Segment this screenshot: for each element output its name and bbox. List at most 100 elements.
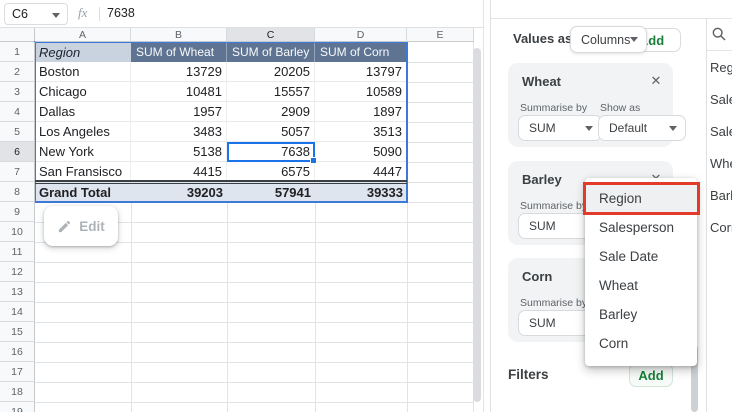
- pivot-header-cell[interactable]: Region: [35, 42, 131, 62]
- row-header-14[interactable]: 14: [0, 302, 35, 322]
- name-box[interactable]: C6: [4, 3, 68, 25]
- summarise-by-dropdown[interactable]: SUM: [518, 115, 602, 141]
- menu-item-salesperson[interactable]: Salesperson: [585, 213, 697, 242]
- select-all-corner[interactable]: [0, 28, 35, 42]
- menu-item-sale-date[interactable]: Sale Date: [585, 242, 697, 271]
- values-as-dropdown[interactable]: Columns: [570, 26, 647, 53]
- pivot-cell[interactable]: 15557: [227, 82, 315, 102]
- field-item-wheat[interactable]: Wheat: [710, 156, 732, 172]
- pivot-grand-total-cell[interactable]: 39203: [131, 182, 227, 202]
- pivot-cell[interactable]: 13729: [131, 62, 227, 82]
- pivot-cell[interactable]: 2909: [227, 102, 315, 122]
- pivot-cell[interactable]: Los Angeles: [35, 122, 131, 142]
- filters-add-button[interactable]: Add: [629, 363, 673, 387]
- row-header-6[interactable]: 6: [0, 142, 35, 162]
- field-item-sale-date[interactable]: Sale Date: [710, 124, 732, 140]
- pivot-cell[interactable]: 6575: [227, 162, 315, 182]
- pivot-header-cell[interactable]: SUM of Barley: [227, 42, 315, 62]
- row-header-12[interactable]: 12: [0, 262, 35, 282]
- pivot-cell[interactable]: San Fransisco: [35, 162, 131, 182]
- fill-handle[interactable]: [310, 157, 317, 164]
- pivot-cell[interactable]: 4415: [131, 162, 227, 182]
- row-header-10[interactable]: 10: [0, 222, 35, 242]
- close-icon[interactable]: ✕: [647, 72, 665, 90]
- chevron-down-icon: [630, 37, 638, 42]
- field-item-salesperson[interactable]: Salesperson: [710, 92, 732, 108]
- column-header-B[interactable]: B: [131, 28, 227, 42]
- pivot-cell[interactable]: Dallas: [35, 102, 131, 122]
- search-icon[interactable]: [711, 26, 727, 47]
- column-header-C[interactable]: C: [227, 28, 315, 42]
- fields-panel-search-divider: [706, 50, 732, 51]
- row-header-9[interactable]: 9: [0, 202, 35, 222]
- row-header-1[interactable]: 1: [0, 42, 35, 62]
- row-header-4[interactable]: 4: [0, 102, 35, 122]
- row-header-11[interactable]: 11: [0, 242, 35, 262]
- pivot-cell[interactable]: 3513: [315, 122, 407, 142]
- row-header-16[interactable]: 16: [0, 342, 35, 362]
- pivot-grand-total-cell[interactable]: 57941: [227, 182, 315, 202]
- pivot-cell[interactable]: Chicago: [35, 82, 131, 102]
- name-box-dropdown-icon[interactable]: [52, 13, 60, 18]
- row-header-3[interactable]: 3: [0, 82, 35, 102]
- edit-button[interactable]: Edit: [44, 206, 118, 246]
- pivot-grand-total-cell[interactable]: 39333: [315, 182, 407, 202]
- field-item-corn[interactable]: Corn: [710, 220, 732, 236]
- row-header-18[interactable]: 18: [0, 382, 35, 402]
- pivot-cell[interactable]: 1897: [315, 102, 407, 122]
- column-header-A[interactable]: A: [35, 28, 131, 42]
- pivot-cell[interactable]: 5138: [131, 142, 227, 162]
- value-card-wheat: Wheat✕Summarise byShow asSUMDefault: [508, 63, 673, 147]
- menu-item-barley[interactable]: Barley: [585, 300, 697, 329]
- pivot-cell[interactable]: 20205: [227, 62, 315, 82]
- field-item-region[interactable]: Region: [710, 60, 732, 76]
- value-card-title: Wheat: [522, 74, 561, 89]
- summarise-by-label: Summarise by: [520, 200, 587, 212]
- pivot-cell[interactable]: New York: [35, 142, 131, 162]
- row-header-5[interactable]: 5: [0, 122, 35, 142]
- gridline-horizontal: [35, 262, 474, 263]
- pivot-cell[interactable]: 3483: [131, 122, 227, 142]
- pivot-cell[interactable]: 4447: [315, 162, 407, 182]
- row-header-13[interactable]: 13: [0, 282, 35, 302]
- column-header-E[interactable]: E: [407, 28, 474, 42]
- sheet-vertical-scrollbar[interactable]: [473, 48, 481, 402]
- menu-item-corn[interactable]: Corn: [585, 329, 697, 358]
- gridline-horizontal: [35, 382, 474, 383]
- gridline-horizontal: [35, 202, 474, 203]
- column-header-D[interactable]: D: [315, 28, 407, 42]
- gridline-horizontal: [35, 402, 474, 403]
- values-as-dropdown-value: Columns: [581, 33, 630, 47]
- show-as-dropdown-value: Default: [609, 121, 647, 135]
- fx-icon: fx: [78, 5, 87, 21]
- chevron-down-icon: [669, 126, 677, 131]
- pivot-panel-left-border: [490, 0, 491, 412]
- formula-input[interactable]: 7638: [107, 6, 135, 20]
- summarise-by-label: Summarise by: [520, 102, 587, 114]
- row-header-7[interactable]: 7: [0, 162, 35, 182]
- pivot-cell[interactable]: 5090: [315, 142, 407, 162]
- pivot-cell[interactable]: 1957: [131, 102, 227, 122]
- pivot-grand-total-cell[interactable]: Grand Total: [35, 182, 131, 202]
- row-header-17[interactable]: 17: [0, 362, 35, 382]
- pivot-cell[interactable]: 13797: [315, 62, 407, 82]
- pivot-cell[interactable]: 5057: [227, 122, 315, 142]
- menu-item-region[interactable]: Region: [585, 184, 697, 213]
- menu-item-wheat[interactable]: Wheat: [585, 271, 697, 300]
- field-item-barley[interactable]: Barley: [710, 188, 732, 204]
- row-header-15[interactable]: 15: [0, 322, 35, 342]
- row-header-19[interactable]: 19: [0, 402, 35, 412]
- pivot-header-cell[interactable]: SUM of Corn: [315, 42, 407, 62]
- pivot-cell[interactable]: 10481: [131, 82, 227, 102]
- show-as-dropdown[interactable]: Default: [598, 115, 686, 141]
- edit-button-label: Edit: [79, 219, 105, 234]
- pivot-cell[interactable]: 7638: [227, 142, 315, 162]
- row-header-8[interactable]: 8: [0, 182, 35, 202]
- row-header-2[interactable]: 2: [0, 62, 35, 82]
- pivot-header-cell[interactable]: SUM of Wheat: [131, 42, 227, 62]
- gridline-horizontal: [35, 302, 474, 303]
- pivot-cell[interactable]: Boston: [35, 62, 131, 82]
- summarise-by-dropdown-value: SUM: [529, 121, 556, 135]
- app-window: C6 fx 7638 ABCDE123456789101112131415161…: [0, 0, 732, 412]
- pivot-cell[interactable]: 10589: [315, 82, 407, 102]
